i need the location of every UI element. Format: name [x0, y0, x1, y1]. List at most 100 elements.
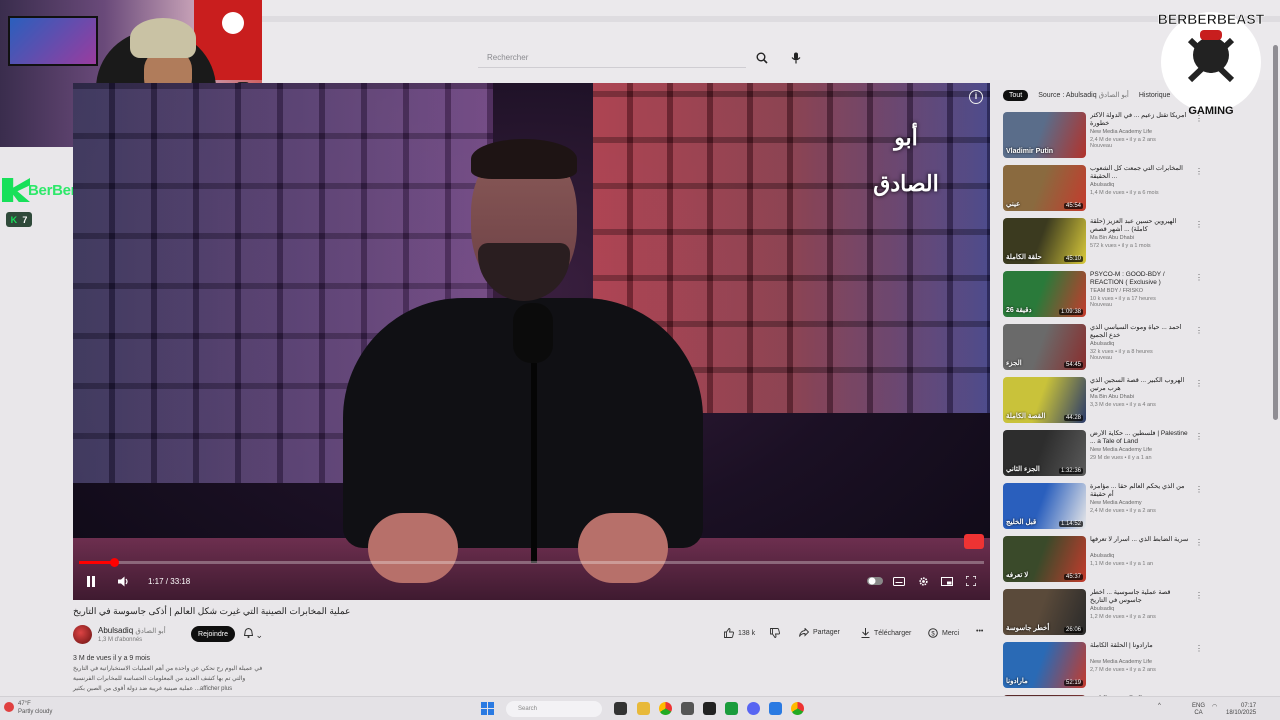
- channel-avatar[interactable]: [73, 625, 92, 644]
- recommendation-item[interactable]: القصة الكاملة 44:28 الهروب الكبير ... قصة …: [1003, 377, 1213, 423]
- recommendation-title[interactable]: من الذي يحكم العالم حقاً ... مؤامرة أم ح…: [1090, 483, 1190, 499]
- recommendation-title[interactable]: مارادونا | الحلقة الكاملة: [1090, 642, 1190, 650]
- recommendation-item[interactable]: قبل الخليج 1:14:52 من الذي يحكم العالم حقا…: [1003, 483, 1213, 529]
- taskbar-search[interactable]: Search: [506, 701, 602, 717]
- progress-bar[interactable]: [79, 558, 984, 567]
- search-button[interactable]: [752, 48, 772, 68]
- recommendation-channel[interactable]: New Media Academy Life: [1090, 659, 1152, 665]
- recommendation-channel[interactable]: New Media Academy Life: [1090, 129, 1152, 135]
- more-vertical-icon[interactable]: ⋮: [1195, 538, 1203, 547]
- thanks-button[interactable]: $ Merci: [928, 628, 959, 638]
- recommendation-title[interactable]: سرية الضابط الذي ... أسرار لا تعرفها: [1090, 536, 1190, 544]
- more-vertical-icon[interactable]: ⋮: [1195, 379, 1203, 388]
- more-actions-button[interactable]: •••: [976, 628, 983, 635]
- recommendation-thumbnail[interactable]: عيني 45:54: [1003, 165, 1086, 211]
- recommendation-item[interactable]: 26 دقيقة 1:09:38 PSYCO-M : GOOD-BDY / REAC…: [1003, 271, 1213, 317]
- recommendation-thumbnail[interactable]: مارادونا 52:19: [1003, 642, 1086, 688]
- recommendation-item[interactable]: الجزء 54:45 أحمد ... حياة وموت السياسي الذ…: [1003, 324, 1213, 370]
- subtitles-button[interactable]: [891, 573, 907, 589]
- recommendation-item[interactable]: أخطر جاسوسة 26:06 قصة عملية جاسوسية ... أخ…: [1003, 589, 1213, 635]
- voice-search-button[interactable]: [786, 48, 806, 68]
- language-indicator[interactable]: ENG CA: [1192, 703, 1205, 717]
- video-player[interactable]: أبو الصادق i 1:17 / 33:18: [73, 83, 990, 600]
- more-vertical-icon[interactable]: ⋮: [1195, 485, 1203, 494]
- wifi-icon[interactable]: ◠: [1212, 703, 1217, 710]
- recommendation-thumbnail[interactable]: قبل الخليج 1:14:52: [1003, 483, 1086, 529]
- share-button[interactable]: Partager: [799, 628, 840, 637]
- youtube-end-screen-icon[interactable]: [964, 534, 984, 549]
- autoplay-toggle[interactable]: [867, 573, 883, 589]
- miniplayer-button[interactable]: [939, 573, 955, 589]
- more-vertical-icon[interactable]: ⋮: [1195, 273, 1203, 282]
- recommendation-channel[interactable]: Abulsadiq: [1090, 182, 1114, 188]
- chrome-icon[interactable]: [659, 702, 672, 715]
- recommendation-title[interactable]: أحمد ... حياة وموت السياسي الذي خدع الجم…: [1090, 324, 1190, 340]
- recommendation-thumbnail[interactable]: الجزء 54:45: [1003, 324, 1086, 370]
- recommendation-thumbnail[interactable]: أخطر جاسوسة 26:06: [1003, 589, 1086, 635]
- dislike-button[interactable]: [770, 628, 780, 638]
- recommendation-item[interactable]: مارادونا 52:19 مارادونا | الحلقة الكاملة Ne…: [1003, 642, 1213, 688]
- thumbnail-text: لا تعرفه: [1006, 572, 1029, 579]
- info-icon[interactable]: i: [969, 90, 983, 104]
- task-view-icon[interactable]: [614, 702, 627, 715]
- windows-start-button[interactable]: [481, 702, 494, 715]
- pause-icon: [87, 575, 95, 587]
- more-vertical-icon[interactable]: ⋮: [1195, 220, 1203, 229]
- recommendation-item[interactable]: حلقة الكاملة 45:10 الهيروين حسين عبد العزي…: [1003, 218, 1213, 264]
- notification-bell-button[interactable]: ⌄: [243, 627, 263, 641]
- clock[interactable]: 07:17 18/10/2025: [1226, 703, 1256, 717]
- recommendation-title[interactable]: المخابرات التي جمعت كل الشعوب ... الحقيق…: [1090, 165, 1190, 181]
- recommendation-title[interactable]: فلسطين ... حكاية الأرض | Palestine ... a…: [1090, 430, 1190, 446]
- recommendation-thumbnail[interactable]: لا تعرفه 45:37: [1003, 536, 1086, 582]
- recommendation-channel[interactable]: Abulsadiq: [1090, 553, 1114, 559]
- page-scrollbar[interactable]: [1273, 45, 1278, 420]
- more-vertical-icon[interactable]: ⋮: [1195, 644, 1203, 653]
- video-description[interactable]: 3 M de vues il y a 9 mois في عميلة اليوم…: [73, 654, 353, 700]
- fullscreen-button[interactable]: [963, 573, 979, 589]
- settings-button[interactable]: [915, 573, 931, 589]
- recommendation-title[interactable]: الهروب الكبير ... قصة السجين الذي هرب مر…: [1090, 377, 1190, 393]
- recommendation-channel[interactable]: Abulsadiq: [1090, 341, 1114, 347]
- more-vertical-icon[interactable]: ⋮: [1195, 591, 1203, 600]
- recommendation-channel[interactable]: Ma Bin Abu Dhabi: [1090, 394, 1134, 400]
- more-vertical-icon[interactable]: ⋮: [1195, 326, 1203, 335]
- recommendation-channel[interactable]: Ma Bin Abu Dhabi: [1090, 235, 1134, 241]
- weather-widget[interactable]: 47°F Partly cloudy: [18, 700, 52, 716]
- volume-button[interactable]: [115, 573, 133, 589]
- recommendation-item[interactable]: الجزء الثاني 1:32:36 فلسطين ... حكاية الأر…: [1003, 430, 1213, 476]
- discord-icon[interactable]: [747, 702, 760, 715]
- join-button[interactable]: Rejoindre: [191, 626, 235, 642]
- recommendation-thumbnail[interactable]: Vladimir Putin: [1003, 112, 1086, 158]
- recommendation-thumbnail[interactable]: القصة الكاملة 44:28: [1003, 377, 1086, 423]
- recommendation-item[interactable]: لا تعرفه 45:37 سرية الضابط الذي ... أسرار …: [1003, 536, 1213, 582]
- pause-button[interactable]: [81, 573, 101, 589]
- subscriber-count: 1,3 M d'abonnés: [98, 637, 143, 643]
- recommendation-title[interactable]: PSYCO-M : GOOD-BDY / REACTION ( Exclusiv…: [1090, 271, 1190, 287]
- recommendation-channel[interactable]: Abulsadiq: [1090, 606, 1114, 612]
- chip-source[interactable]: Source : Abulsadiq أبو الصادق: [1038, 91, 1129, 99]
- recommendation-channel[interactable]: New Media Academy: [1090, 500, 1142, 506]
- recommendation-title[interactable]: قصة عملية جاسوسية ... أخطر جاسوس في التا…: [1090, 589, 1190, 605]
- app-icon[interactable]: [681, 702, 694, 715]
- like-button[interactable]: 138 k: [724, 628, 755, 638]
- recommendation-thumbnail[interactable]: 26 دقيقة 1:09:38: [1003, 271, 1086, 317]
- channel-name[interactable]: Abulsadiq أبو الصادق: [98, 626, 166, 635]
- video-duration: 45:37: [1063, 574, 1083, 580]
- recommendation-item[interactable]: عيني 45:54 المخابرات التي جمعت كل الشعوب .…: [1003, 165, 1213, 211]
- recommendation-channel[interactable]: TEAM BDY / FRISKO: [1090, 288, 1143, 294]
- search-input[interactable]: Rechercher: [478, 46, 746, 68]
- file-explorer-icon[interactable]: [637, 702, 650, 715]
- obs-icon[interactable]: [703, 702, 716, 715]
- more-vertical-icon[interactable]: ⋮: [1195, 432, 1203, 441]
- chip-all[interactable]: Tout: [1003, 89, 1029, 101]
- more-vertical-icon[interactable]: ⋮: [1195, 167, 1203, 176]
- recommendation-thumbnail[interactable]: حلقة الكاملة 45:10: [1003, 218, 1086, 264]
- active-app-icon[interactable]: [769, 702, 782, 715]
- recommendation-thumbnail[interactable]: الجزء الثاني 1:32:36: [1003, 430, 1086, 476]
- recommendation-channel[interactable]: New Media Academy Life: [1090, 447, 1152, 453]
- chrome-profile-icon[interactable]: [791, 702, 804, 715]
- tray-chevron-icon[interactable]: ^: [1158, 703, 1161, 709]
- recommendation-title[interactable]: الهيروين حسين عبد العزيز (حلقة كاملة) ..…: [1090, 218, 1190, 234]
- download-button[interactable]: Télécharger: [861, 628, 911, 638]
- game-launcher-icon[interactable]: [725, 702, 738, 715]
